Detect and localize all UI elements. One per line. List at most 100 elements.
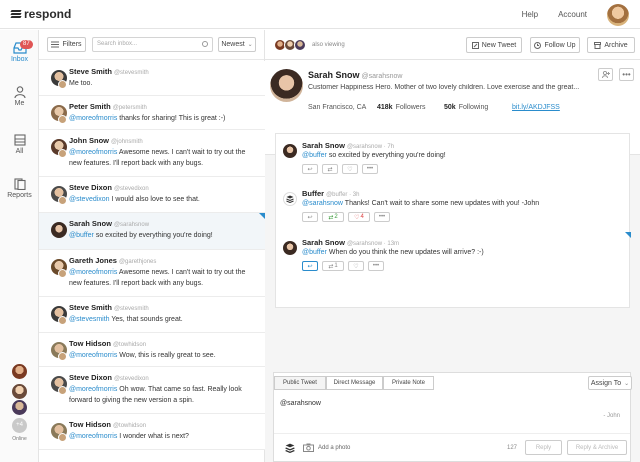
nav-reports[interactable]: Reports xyxy=(0,178,39,199)
following-label: Following xyxy=(458,104,489,111)
reply-textarea[interactable]: @sarahsnow xyxy=(280,400,321,407)
nav-me-label: Me xyxy=(14,100,25,107)
message-text: so excited by everything you're doing! xyxy=(93,232,213,239)
mention-link[interactable]: @sarahsnow xyxy=(302,200,343,207)
retweet-button[interactable]: ⇄ 1 xyxy=(322,261,344,271)
sort-dropdown[interactable]: Newest ⌄ xyxy=(218,37,256,52)
search-input[interactable]: Search inbox... xyxy=(92,37,213,52)
mention-link[interactable]: @moreofmorris xyxy=(69,269,117,276)
sender-name: Tow Hidson xyxy=(69,339,111,348)
sender-name: John Snow xyxy=(69,136,109,145)
reply-button[interactable]: Reply xyxy=(525,440,562,455)
new-tweet-button[interactable]: New Tweet xyxy=(466,37,522,53)
search-icon xyxy=(202,41,208,47)
list-item[interactable]: Tow Hidson @towhidson @moreofmorris I won… xyxy=(39,414,265,450)
mention-link[interactable]: @moreofmorris xyxy=(69,386,117,393)
list-item[interactable]: Steve Smith @stevesmith @stevesmith Yes, … xyxy=(39,297,265,333)
profile-name: Sarah Snow xyxy=(308,70,360,80)
nav-me[interactable]: Me xyxy=(0,86,39,107)
tab-private-note[interactable]: Private Note xyxy=(383,376,434,390)
like-button[interactable]: ♡ 4 xyxy=(348,212,370,222)
retweet-button[interactable]: ⇄ 2 xyxy=(322,212,344,222)
list-item[interactable]: John Snow @johnsmith @moreofmorris Awesom… xyxy=(39,130,265,177)
mention-link[interactable]: @stevedixon xyxy=(69,196,110,203)
mention-link[interactable]: @moreofmorris xyxy=(69,352,117,359)
account-link[interactable]: Account xyxy=(558,10,587,19)
profile-link[interactable]: bit.ly/AKDJFSS xyxy=(512,104,560,111)
heart-icon: ♡ xyxy=(347,166,353,173)
buffer-stack-icon[interactable] xyxy=(285,443,295,453)
more-button[interactable]: ••• xyxy=(374,212,390,222)
sender-name: Peter Smith xyxy=(69,102,111,111)
tweet-text: Thanks! Can't wait to share some new upd… xyxy=(342,200,540,207)
more-options-button[interactable]: ••• xyxy=(619,68,634,81)
retweet-button[interactable]: ⇄ xyxy=(322,164,338,174)
profile-avatar[interactable] xyxy=(270,69,303,102)
tweet-text: When do you think the new updates will a… xyxy=(326,249,484,256)
like-button[interactable]: ♡ xyxy=(342,164,358,174)
online-user-avatar[interactable] xyxy=(12,384,27,399)
list-item[interactable]: Tow Hidson @towhidson @moreofmorris Wow, … xyxy=(39,333,265,367)
assign-user-button[interactable] xyxy=(598,68,613,81)
mention-link[interactable]: @moreofmorris xyxy=(69,115,117,122)
profile-bio: Customer Happiness Hero. Mother of two l… xyxy=(308,84,580,91)
logo-icon xyxy=(10,9,22,19)
mention-link[interactable]: @moreofmorris xyxy=(69,433,117,440)
follow-up-label: Follow Up xyxy=(544,41,576,49)
current-user-avatar[interactable] xyxy=(607,3,629,26)
list-item[interactable]: Peter Smith @petersmith @moreofmorris tha… xyxy=(39,96,265,130)
tweet-item: Buffer @buffer · 3h @sarahsnow Thanks! Ca… xyxy=(276,186,631,226)
inbox-stack-icon xyxy=(13,134,26,146)
reply-archive-button[interactable]: Reply & Archive xyxy=(567,440,627,455)
followers-label: Followers xyxy=(395,104,426,111)
mention-link[interactable]: @buffer xyxy=(69,232,94,239)
tab-direct-message[interactable]: Direct Message xyxy=(326,376,383,390)
reply-button[interactable]: ↩ xyxy=(302,212,318,222)
profile-handle[interactable]: @sarahsnow xyxy=(362,73,403,80)
nav-all[interactable]: All xyxy=(0,134,39,155)
help-link[interactable]: Help xyxy=(522,10,538,19)
tweet-meta: @sarahsnow · 7h xyxy=(346,144,395,150)
reply-composer: Public Tweet Direct Message Private Note… xyxy=(273,372,632,462)
retweet-icon: ⇄ xyxy=(328,263,334,270)
list-item[interactable]: Gareth Jones @garethjones @moreofmorris A… xyxy=(39,250,265,297)
inbox-count-badge: 87 xyxy=(20,40,33,49)
like-button[interactable]: ♡ xyxy=(348,261,364,271)
app-name: respond xyxy=(24,7,72,21)
follow-up-button[interactable]: Follow Up xyxy=(530,37,580,53)
nav-inbox-label: Inbox xyxy=(10,56,29,63)
sender-name: Steve Dixon xyxy=(69,373,112,382)
nav-rail: Inbox 87 Me All Reports +4 Online xyxy=(0,30,39,462)
add-photo-button[interactable]: Add a photo xyxy=(303,443,350,452)
more-button[interactable]: ••• xyxy=(368,261,384,271)
archive-button[interactable]: Archive xyxy=(587,37,635,53)
list-item[interactable]: Steve Dixon @stevedixon @stevedixon I wou… xyxy=(39,177,265,213)
mention-link[interactable]: @buffer xyxy=(302,152,327,159)
app-logo[interactable]: respond xyxy=(10,7,72,21)
tweet-meta: @sarahsnow · 13m xyxy=(346,241,400,247)
reply-button-active[interactable]: ↩ xyxy=(302,261,318,271)
list-item-selected[interactable]: Sarah Snow @sarahsnow @buffer so excited … xyxy=(39,213,265,250)
nav-inbox[interactable]: Inbox 87 xyxy=(0,40,39,63)
online-user-avatar[interactable] xyxy=(12,400,27,415)
mention-link[interactable]: @buffer xyxy=(302,249,327,256)
online-more-count[interactable]: +4 xyxy=(12,418,27,433)
more-button[interactable]: ••• xyxy=(362,164,378,174)
avatar xyxy=(283,144,297,158)
mention-link[interactable]: @moreofmorris xyxy=(69,149,117,156)
sender-name: Steve Smith xyxy=(69,303,112,312)
list-item[interactable]: Steve Smith @stevesmith Me too. xyxy=(39,61,265,96)
new-tweet-label: New Tweet xyxy=(481,41,517,49)
assign-to-dropdown[interactable]: Assign To ⌄ xyxy=(588,376,632,390)
online-user-avatar[interactable] xyxy=(12,364,27,379)
tab-public-tweet[interactable]: Public Tweet xyxy=(274,376,326,390)
mention-link[interactable]: @stevesmith xyxy=(69,316,110,323)
reply-button[interactable]: ↩ xyxy=(302,164,318,174)
tweet-item: Sarah Snow @sarahsnow · 7h @buffer so exc… xyxy=(276,138,631,178)
list-item[interactable]: Steve Dixon @stevedixon @moreofmorris Oh … xyxy=(39,367,265,414)
message-text: Me too. xyxy=(69,80,93,87)
tweet-item: Sarah Snow @sarahsnow · 13m @buffer When … xyxy=(276,232,631,275)
filters-button[interactable]: Filters xyxy=(47,37,86,52)
chevron-down-icon: ⌄ xyxy=(247,42,253,48)
nav-all-label: All xyxy=(15,148,24,155)
